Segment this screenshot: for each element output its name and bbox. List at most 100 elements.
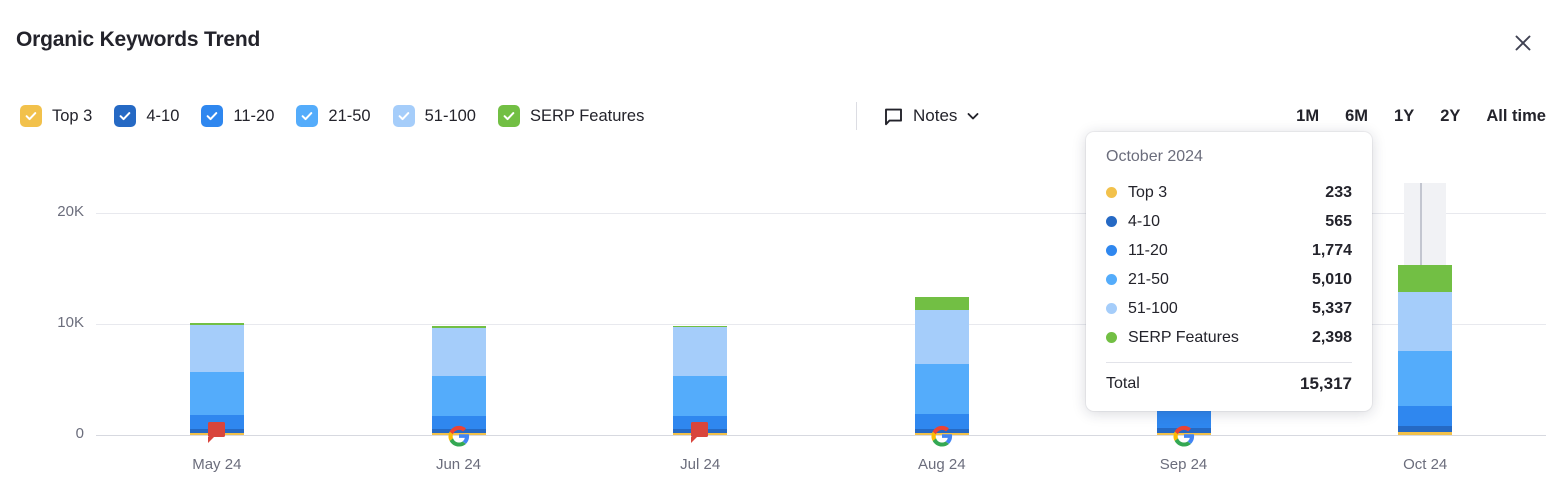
- bar-segment: [1398, 406, 1453, 427]
- series-color-dot: [1106, 274, 1117, 285]
- series-color-dot: [1106, 216, 1117, 227]
- bar-segment: [1398, 291, 1453, 351]
- bar-segment: [189, 372, 244, 416]
- organic-keywords-trend-panel: Organic Keywords Trend Top 3 4-10 11-20 21-…: [0, 0, 1562, 504]
- x-axis-tick-label: Oct 24: [1403, 456, 1448, 473]
- red-flag-icon[interactable]: [687, 419, 713, 450]
- tooltip-total-label: Total: [1106, 375, 1140, 392]
- checkbox-icon[interactable]: [20, 105, 42, 127]
- page-title: Organic Keywords Trend: [16, 28, 261, 51]
- tooltip-row: Top 3 233: [1106, 178, 1352, 207]
- legend-item-4-10[interactable]: 4-10: [114, 105, 179, 127]
- legend-item-serp-features[interactable]: SERP Features: [497, 105, 645, 127]
- tooltip-row-label: Top 3: [1128, 183, 1168, 201]
- tooltip-row-value: 233: [1325, 183, 1352, 201]
- legend-item-label: 21-50: [328, 106, 371, 125]
- tooltip-row-label: SERP Features: [1128, 328, 1239, 346]
- bar-jul-24[interactable]: [673, 150, 728, 435]
- x-axis-tick-label: May 24: [192, 456, 242, 473]
- x-axis-tick-label: Jul 24: [680, 456, 721, 473]
- tooltip-row: 51-100 5,337: [1106, 294, 1352, 323]
- tooltip-total-value: 15,317: [1300, 374, 1352, 393]
- note-icon: [884, 107, 903, 126]
- y-axis-tick-label: 20K: [57, 203, 84, 220]
- legend-item-label: 51-100: [424, 106, 476, 125]
- range-button-6m[interactable]: 6M: [1345, 107, 1368, 126]
- tooltip-row-value: 1,774: [1311, 241, 1352, 259]
- notes-button[interactable]: Notes: [884, 96, 980, 136]
- tooltip-separator: [1106, 362, 1352, 363]
- bar-segment: [673, 327, 728, 376]
- bar-may-24[interactable]: [189, 150, 244, 435]
- range-button-1m[interactable]: 1M: [1296, 107, 1319, 126]
- legend-item-top-3[interactable]: Top 3: [20, 105, 92, 127]
- checkbox-icon[interactable]: [114, 105, 137, 127]
- tooltip-row-label: 21-50: [1128, 270, 1169, 288]
- tooltip-row: 21-50 5,010: [1106, 265, 1352, 294]
- bar-segment: [914, 363, 969, 415]
- legend-item-label: 11-20: [233, 106, 275, 125]
- tooltip-row: 4-10 565: [1106, 207, 1352, 236]
- bar-segment: [1398, 426, 1453, 433]
- bar-segment: [189, 323, 244, 326]
- bar-segment: [914, 297, 969, 310]
- close-icon[interactable]: [1508, 28, 1538, 58]
- checkbox-icon[interactable]: [497, 105, 520, 127]
- range-button-all-time[interactable]: All time: [1486, 107, 1546, 126]
- x-axis-tick-label: Sep 24: [1159, 456, 1208, 473]
- legend-item-label: Top 3: [52, 106, 93, 125]
- range-button-2y[interactable]: 2Y: [1440, 107, 1460, 126]
- chart-tooltip: October 2024 Top 3 233 4-10 565 11-20 1,774 21…: [1086, 132, 1372, 411]
- google-logo-icon[interactable]: [447, 425, 470, 452]
- series-color-dot: [1106, 303, 1117, 314]
- chart-controls: Top 3 4-10 11-20 21-50 51-100 SERP Features N…: [0, 96, 1562, 136]
- bar-segment: [914, 309, 969, 364]
- legend-item-51-100[interactable]: 51-100: [392, 105, 476, 127]
- checkbox-icon[interactable]: [201, 105, 224, 127]
- tooltip-row-value: 5,337: [1311, 299, 1352, 317]
- bar-segment: [673, 325, 728, 328]
- chevron-down-icon: [966, 109, 980, 123]
- bar-jun-24[interactable]: [431, 150, 486, 435]
- tooltip-row-label: 11-20: [1128, 241, 1168, 259]
- tooltip-rows: Top 3 233 4-10 565 11-20 1,774 21-50 5,010 51-10…: [1106, 178, 1352, 352]
- google-logo-icon[interactable]: [1172, 425, 1195, 452]
- bar-segment: [189, 325, 244, 373]
- bar-aug-24[interactable]: [914, 150, 969, 435]
- bar-segment: [431, 327, 486, 377]
- legend-item-label: SERP Features: [529, 106, 645, 125]
- series-legend: Top 3 4-10 11-20 21-50 51-100 SERP Features: [20, 96, 666, 136]
- bar-segment: [431, 326, 486, 328]
- y-axis-tick-label: 10K: [57, 314, 84, 331]
- series-color-dot: [1106, 332, 1117, 343]
- x-axis-tick-label: Jun 24: [435, 456, 482, 473]
- red-flag-icon[interactable]: [204, 419, 230, 450]
- checkbox-icon[interactable]: [392, 105, 415, 127]
- bar-segment: [673, 375, 728, 416]
- tooltip-row: 11-20 1,774: [1106, 236, 1352, 265]
- tooltip-total-row: Total 15,317: [1106, 371, 1352, 397]
- bar-segment: [1398, 432, 1453, 435]
- bar-segment: [1398, 350, 1453, 407]
- bar-segment: [1398, 264, 1453, 292]
- series-color-dot: [1106, 245, 1117, 256]
- range-button-1y[interactable]: 1Y: [1394, 107, 1414, 126]
- tooltip-row-value: 5,010: [1311, 270, 1352, 288]
- checkbox-icon[interactable]: [296, 105, 319, 127]
- tooltip-row: SERP Features 2,398: [1106, 323, 1352, 352]
- notes-label: Notes: [913, 106, 958, 125]
- tooltip-row-value: 565: [1325, 212, 1352, 230]
- google-logo-icon[interactable]: [931, 425, 953, 452]
- date-range-selector: 1M 6M 1Y 2Y All time: [1270, 96, 1546, 136]
- legend-item-label: 4-10: [146, 106, 180, 125]
- legend-item-21-50[interactable]: 21-50: [296, 105, 371, 127]
- tooltip-row-label: 4-10: [1128, 212, 1161, 230]
- controls-divider: [856, 102, 857, 130]
- tooltip-title: October 2024: [1106, 148, 1203, 165]
- x-axis-tick-label: Aug 24: [918, 456, 966, 473]
- legend-item-11-20[interactable]: 11-20: [201, 105, 274, 127]
- tooltip-row-value: 2,398: [1311, 328, 1352, 346]
- series-color-dot: [1106, 187, 1117, 198]
- bar-oct-24[interactable]: [1398, 150, 1453, 435]
- tooltip-row-label: 51-100: [1128, 299, 1178, 317]
